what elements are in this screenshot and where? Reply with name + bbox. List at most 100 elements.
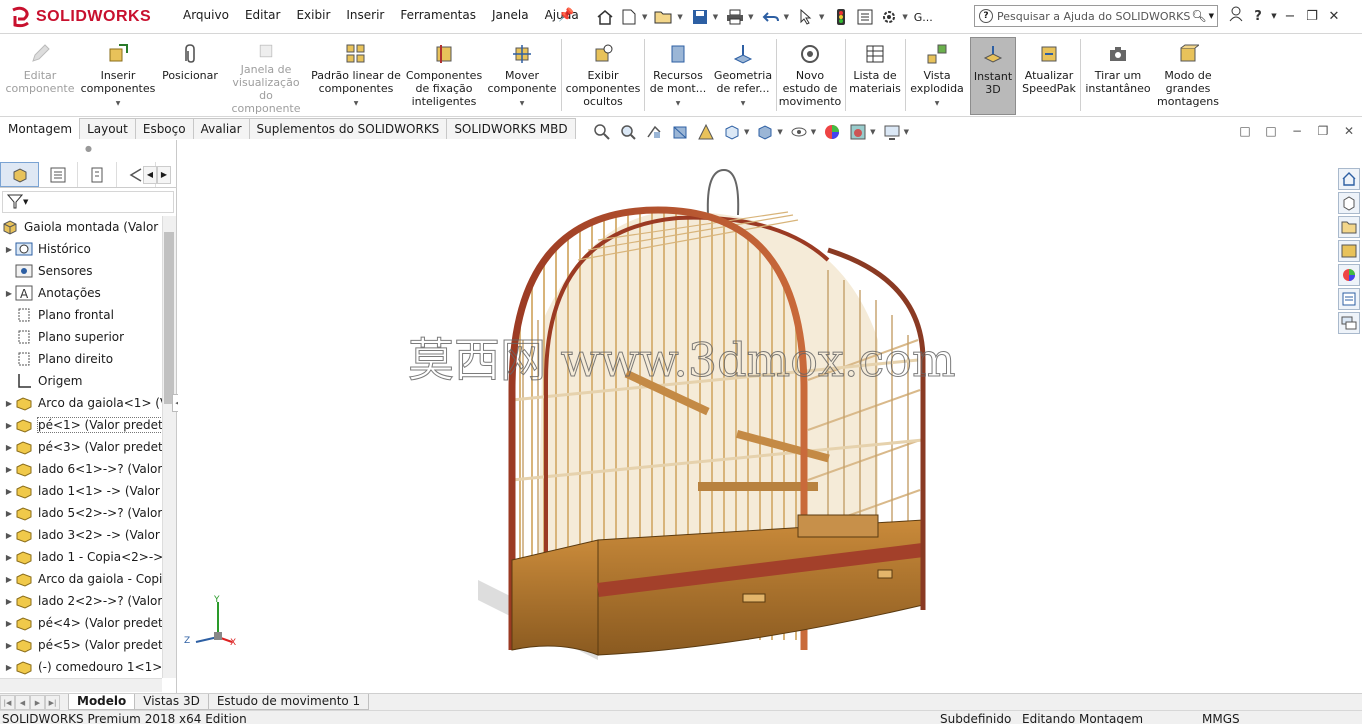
doc-restore-button[interactable]: ❐ — [1310, 124, 1336, 138]
display-style-icon[interactable] — [755, 123, 775, 141]
menu-exibir[interactable]: Exibir — [288, 8, 338, 22]
view-palette-icon[interactable] — [1338, 240, 1360, 262]
edit-component-button[interactable]: Editar componente — [4, 37, 76, 115]
expand-arrow-icon[interactable]: ▶ — [4, 465, 14, 474]
menu-inserir[interactable]: Inserir — [338, 8, 392, 22]
design-library-icon[interactable] — [1338, 192, 1360, 214]
restore-button[interactable]: ❐ — [1301, 9, 1323, 24]
reference-geometry-button[interactable]: Geometria de refer... ▼ — [712, 37, 774, 115]
panel-grip[interactable]: ● — [0, 140, 177, 160]
expand-arrow-icon[interactable]: ▶ — [4, 509, 14, 518]
view-orientation-icon[interactable] — [722, 123, 742, 141]
graphics-area[interactable]: 莫西网 www.3dmox.com Y X Z — [178, 140, 1338, 693]
update-speedpak-button[interactable]: Atualizar SpeedPak — [1020, 37, 1078, 115]
featuremanager-tab-icon[interactable] — [0, 162, 39, 187]
new-dropdown-icon[interactable]: ▼ — [642, 13, 647, 21]
search-dropdown-icon[interactable]: ▼ — [1209, 12, 1214, 20]
tree-item-component[interactable]: ▶ pé<4> (Valor predete — [0, 612, 162, 634]
close-button[interactable]: ✕ — [1323, 9, 1345, 24]
hide-show-dropdown-icon[interactable]: ▼ — [811, 128, 816, 136]
tree-scroll-thumb[interactable] — [164, 232, 174, 404]
expand-arrow-icon[interactable]: ▶ — [4, 619, 14, 628]
tree-item-component-selected[interactable]: ▶ pé<1> (Valor predete — [0, 414, 162, 436]
expand-arrow-icon[interactable]: ▶ — [4, 487, 14, 496]
birdcage-3d-model[interactable]: 莫西网 www.3dmox.com Y X Z — [178, 140, 1338, 693]
view-orientation-dropdown-icon[interactable]: ▼ — [744, 128, 749, 136]
help-search-box[interactable]: ? Pesquisar a Ajuda do SOLIDWORKS 🔍︎ ▼ — [974, 5, 1218, 27]
large-assembly-mode-button[interactable]: Modo de grandes montagens — [1156, 37, 1220, 115]
tree-item-component[interactable]: ▶ Arco da gaiola - Copi — [0, 568, 162, 590]
expand-arrow-icon[interactable]: ▶ — [4, 421, 14, 430]
filter-dropdown-icon[interactable]: ▼ — [23, 198, 28, 206]
zoom-to-area-icon[interactable] — [618, 123, 638, 141]
previous-view-icon[interactable] — [644, 123, 664, 141]
prev-tab-icon[interactable]: ◀ — [15, 695, 30, 710]
quick-access-overflow[interactable]: G... — [914, 11, 933, 24]
select-arrow-icon[interactable] — [795, 7, 817, 27]
open-folder-icon[interactable] — [653, 7, 675, 27]
home-icon[interactable] — [594, 7, 616, 27]
smart-fasteners-button[interactable]: Componentes de fixação inteligentes — [404, 37, 484, 115]
assembly-features-button[interactable]: Recursos de mont... ▼ — [646, 37, 710, 115]
options-gear-icon[interactable] — [878, 7, 900, 27]
file-explorer-icon[interactable] — [1338, 216, 1360, 238]
tab-layout[interactable]: Layout — [79, 118, 136, 139]
expand-arrow-icon[interactable]: ▶ — [4, 553, 14, 562]
insert-components-button[interactable]: Inserir componentes ▼ — [80, 37, 156, 115]
appearances-scenes-icon[interactable] — [1338, 264, 1360, 286]
doc-next-icon[interactable]: □ — [1258, 124, 1284, 138]
expand-arrow-icon[interactable]: ▶ — [4, 597, 14, 606]
tab-solidworks-mbd[interactable]: SOLIDWORKS MBD — [446, 118, 576, 139]
search-icon[interactable]: 🔍︎ — [1191, 9, 1206, 23]
component-preview-window-button[interactable]: Janela de visualização do componente — [226, 37, 306, 115]
undo-icon[interactable] — [760, 7, 782, 27]
expand-arrow-icon[interactable]: ▶ — [4, 531, 14, 540]
doc-close-button[interactable]: ✕ — [1336, 124, 1362, 138]
new-document-icon[interactable] — [618, 7, 640, 27]
menu-ferramentas[interactable]: Ferramentas — [392, 8, 484, 22]
exploded-view-dropdown-icon[interactable]: ▼ — [935, 97, 940, 110]
expand-arrow-icon[interactable]: ▶ — [4, 289, 14, 298]
reference-geometry-dropdown-icon[interactable]: ▼ — [741, 97, 746, 110]
save-icon[interactable] — [689, 7, 711, 27]
configurationmanager-tab-icon[interactable] — [78, 162, 117, 187]
dynamic-annotation-views-icon[interactable] — [696, 123, 716, 141]
tree-filter[interactable]: ▼ — [2, 191, 174, 213]
first-tab-icon[interactable]: |◀ — [0, 695, 15, 710]
tree-item-component[interactable]: ▶ lado 2<2>->? (Valor p — [0, 590, 162, 612]
tree-item-origem[interactable]: Origem — [0, 370, 162, 392]
tree-item-component[interactable]: ▶ lado 1<1> -> (Valor p — [0, 480, 162, 502]
last-tab-icon[interactable]: ▶| — [45, 695, 60, 710]
solidworks-logo[interactable]: SOLIDWORKS — [10, 4, 151, 30]
menu-arquivo[interactable]: Arquivo — [175, 8, 237, 22]
exploded-view-button[interactable]: Vista explodida ▼ — [907, 37, 967, 115]
tabs-scroll-left-icon[interactable]: ◀ — [143, 166, 157, 184]
edit-appearance-icon[interactable] — [822, 123, 842, 141]
tree-item-component[interactable]: ▶ lado 6<1>->? (Valor p — [0, 458, 162, 480]
linear-pattern-dropdown-icon[interactable]: ▼ — [354, 97, 359, 110]
take-snapshot-button[interactable]: Tirar um instantâneo — [1082, 37, 1154, 115]
tab-estudo-de-movimento[interactable]: Estudo de movimento 1 — [207, 694, 370, 710]
tree-item-component[interactable]: ▶ Arco da gaiola<1> (V — [0, 392, 162, 414]
tab-suplementos[interactable]: Suplementos do SOLIDWORKS — [248, 118, 448, 139]
expand-arrow-icon[interactable]: ▶ — [4, 399, 14, 408]
options-dropdown-icon[interactable]: ▼ — [902, 13, 907, 21]
move-component-button[interactable]: Mover componente ▼ — [486, 37, 558, 115]
view-settings-dropdown-icon[interactable]: ▼ — [904, 128, 909, 136]
menu-janela[interactable]: Janela — [484, 8, 537, 22]
expand-arrow-icon[interactable]: ▶ — [4, 443, 14, 452]
assembly-features-dropdown-icon[interactable]: ▼ — [676, 97, 681, 110]
show-hidden-components-button[interactable]: Exibir componentes ocultos — [564, 37, 642, 115]
pin-icon[interactable]: 📌 — [558, 8, 574, 23]
tab-avaliar[interactable]: Avaliar — [192, 118, 250, 139]
display-style-dropdown-icon[interactable]: ▼ — [777, 128, 782, 136]
hide-show-items-icon[interactable] — [789, 123, 809, 141]
custom-properties-icon[interactable] — [1338, 288, 1360, 310]
minimize-button[interactable]: − — [1279, 9, 1301, 24]
move-component-dropdown-icon[interactable]: ▼ — [520, 97, 525, 110]
tree-horizontal-scrollbar[interactable] — [0, 678, 162, 692]
menu-editar[interactable]: Editar — [237, 8, 289, 22]
apply-scene-icon[interactable] — [848, 123, 868, 141]
zoom-to-fit-icon[interactable] — [592, 123, 612, 141]
help-icon[interactable]: ? — [1247, 9, 1269, 24]
